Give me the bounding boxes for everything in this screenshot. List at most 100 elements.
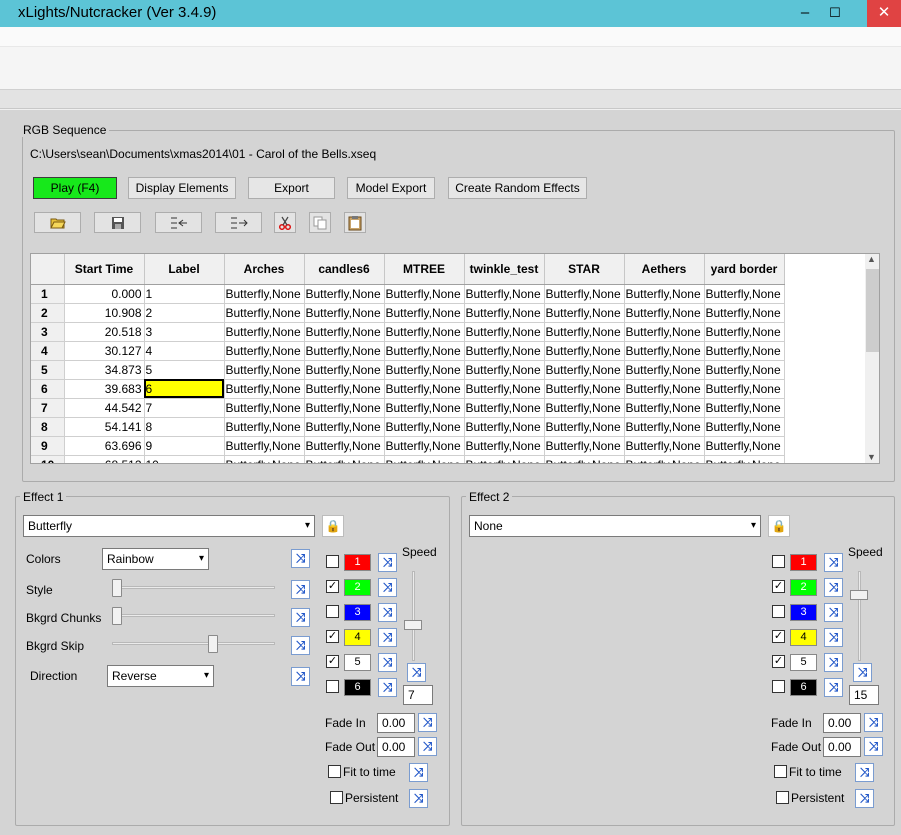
label-cell[interactable]: 2 xyxy=(144,303,225,323)
effect1-palette-checkbox-2[interactable]: ✓ xyxy=(326,580,339,593)
shuffle-chunks-button[interactable]: ⤨ xyxy=(291,608,310,627)
table-row[interactable]: 8 54.141 8 Butterfly,None Butterfly,None Butt… xyxy=(31,417,785,437)
label-cell[interactable]: 6 xyxy=(144,379,225,399)
create-random-effects-button[interactable]: Create Random Effects xyxy=(448,177,587,199)
column-header[interactable]: Label xyxy=(144,254,225,285)
effect2-palette-checkbox-2[interactable]: ✓ xyxy=(772,580,785,593)
table-row[interactable]: 2 10.908 2 Butterfly,None Butterfly,None Butt… xyxy=(31,303,785,323)
effect-cell[interactable]: Butterfly,None xyxy=(704,417,785,437)
effect1-palette-checkbox-4[interactable]: ✓ xyxy=(326,630,339,643)
effect2-shuffle-color-1-button[interactable]: ⤨ xyxy=(824,553,843,572)
effect-cell[interactable]: Butterfly,None xyxy=(624,398,705,418)
start-time-cell[interactable]: 30.127 xyxy=(64,341,145,361)
effect2-palette-color-4[interactable]: 4 xyxy=(790,629,817,646)
effect-cell[interactable]: Butterfly,None xyxy=(624,417,705,437)
effect2-palette-color-5[interactable]: 5 xyxy=(790,654,817,671)
column-header[interactable]: twinkle_test xyxy=(464,254,545,285)
row-header[interactable]: 7 xyxy=(31,398,65,418)
effect2-palette-color-2[interactable]: 2 xyxy=(790,579,817,596)
effect-cell[interactable]: Butterfly,None xyxy=(624,360,705,380)
export-button[interactable]: Export xyxy=(248,177,335,199)
effect2-palette-checkbox-6[interactable] xyxy=(772,680,785,693)
effect-cell[interactable]: Butterfly,None xyxy=(544,379,625,399)
effect2-palette-checkbox-3[interactable] xyxy=(772,605,785,618)
shuffle-fade-out-button[interactable]: ⤨ xyxy=(418,737,437,756)
effect1-palette-color-3[interactable]: 3 xyxy=(344,604,371,621)
effect-cell[interactable]: Butterfly,None xyxy=(704,455,785,463)
effect-cell[interactable]: Butterfly,None xyxy=(384,360,465,380)
shuffle-persistent-button[interactable]: ⤨ xyxy=(409,789,428,808)
colors-select[interactable]: Rainbow ▾ xyxy=(102,548,209,570)
label-cell[interactable]: 5 xyxy=(144,360,225,380)
effect-cell[interactable]: Butterfly,None xyxy=(704,436,785,456)
effect-cell[interactable]: Butterfly,None xyxy=(544,436,625,456)
effect-cell[interactable]: Butterfly,None xyxy=(224,284,305,304)
play-button[interactable]: Play (F4) xyxy=(33,177,117,199)
effect2-speed-value[interactable]: 15 xyxy=(849,685,879,705)
save-file-button[interactable] xyxy=(94,212,141,233)
effect1-palette-checkbox-6[interactable] xyxy=(326,680,339,693)
effect-cell[interactable]: Butterfly,None xyxy=(624,436,705,456)
cut-button[interactable] xyxy=(274,212,296,233)
effect1-speed-slider-track[interactable] xyxy=(412,571,415,661)
row-header[interactable]: 6 xyxy=(31,379,65,399)
effect1-palette-checkbox-1[interactable] xyxy=(326,555,339,568)
table-row[interactable]: 6 39.683 6 Butterfly,None Butterfly,None Butt… xyxy=(31,379,785,399)
effect2-palette-checkbox-5[interactable]: ✓ xyxy=(772,655,785,668)
shuffle-fade-in-button[interactable]: ⤨ xyxy=(418,713,437,732)
start-time-cell[interactable]: 10.908 xyxy=(64,303,145,323)
effect-cell[interactable]: Butterfly,None xyxy=(224,341,305,361)
effect-cell[interactable]: Butterfly,None xyxy=(464,322,545,342)
effect-cell[interactable]: Butterfly,None xyxy=(384,284,465,304)
effect1-shuffle-color-3-button[interactable]: ⤨ xyxy=(378,603,397,622)
effect1-speed-value[interactable]: 7 xyxy=(403,685,433,705)
effect2-shuffle-color-5-button[interactable]: ⤨ xyxy=(824,653,843,672)
effect2-fade-in-input[interactable]: 0.00 xyxy=(823,713,861,733)
column-header[interactable]: Start Time xyxy=(64,254,145,285)
effect-cell[interactable]: Butterfly,None xyxy=(544,398,625,418)
effect-cell[interactable]: Butterfly,None xyxy=(384,341,465,361)
bkgrd-skip-slider-track[interactable] xyxy=(112,642,275,645)
effect2-palette-checkbox-4[interactable]: ✓ xyxy=(772,630,785,643)
effect-cell[interactable]: Butterfly,None xyxy=(224,455,305,463)
model-export-button[interactable]: Model Export xyxy=(347,177,435,199)
effect2-shuffle-color-4-button[interactable]: ⤨ xyxy=(824,628,843,647)
row-header[interactable]: 1 xyxy=(31,284,65,304)
effect-cell[interactable]: Butterfly,None xyxy=(304,284,385,304)
effect-cell[interactable]: Butterfly,None xyxy=(704,360,785,380)
effect-cell[interactable]: Butterfly,None xyxy=(464,379,545,399)
effect-cell[interactable]: Butterfly,None xyxy=(704,398,785,418)
bkgrd-chunks-slider-thumb[interactable] xyxy=(112,607,122,625)
effect2-shuffle-color-2-button[interactable]: ⤨ xyxy=(824,578,843,597)
effect1-palette-color-4[interactable]: 4 xyxy=(344,629,371,646)
effect2-palette-checkbox-1[interactable] xyxy=(772,555,785,568)
effect-cell[interactable]: Butterfly,None xyxy=(464,284,545,304)
effect-cell[interactable]: Butterfly,None xyxy=(224,398,305,418)
effect-cell[interactable]: Butterfly,None xyxy=(464,455,545,463)
row-header[interactable]: 8 xyxy=(31,417,65,437)
effect-cell[interactable]: Butterfly,None xyxy=(704,284,785,304)
effect-cell[interactable]: Butterfly,None xyxy=(464,341,545,361)
effect1-fade-in-input[interactable]: 0.00 xyxy=(377,713,415,733)
scroll-up-icon[interactable]: ▲ xyxy=(867,254,876,264)
table-row[interactable]: 3 20.518 3 Butterfly,None Butterfly,None Butt… xyxy=(31,322,785,342)
effect-cell[interactable]: Butterfly,None xyxy=(384,455,465,463)
start-time-cell[interactable]: 20.518 xyxy=(64,322,145,342)
row-header[interactable]: 4 xyxy=(31,341,65,361)
insert-rows-button[interactable] xyxy=(155,212,202,233)
row-header[interactable]: 2 xyxy=(31,303,65,323)
start-time-cell[interactable]: 54.141 xyxy=(64,417,145,437)
effect1-fit-to-time-checkbox[interactable] xyxy=(328,765,341,778)
effect-cell[interactable]: Butterfly,None xyxy=(704,303,785,323)
row-header[interactable]: 9 xyxy=(31,436,65,456)
label-cell[interactable]: 9 xyxy=(144,436,225,456)
effect-cell[interactable]: Butterfly,None xyxy=(464,417,545,437)
effect-cell[interactable]: Butterfly,None xyxy=(624,303,705,323)
table-row[interactable]: 5 34.873 5 Butterfly,None Butterfly,None Butt… xyxy=(31,360,785,380)
effect-cell[interactable]: Butterfly,None xyxy=(304,322,385,342)
row-header[interactable]: 3 xyxy=(31,322,65,342)
effect2-shuffle-color-3-button[interactable]: ⤨ xyxy=(824,603,843,622)
effect-cell[interactable]: Butterfly,None xyxy=(304,360,385,380)
paste-button[interactable] xyxy=(344,212,366,233)
effect1-shuffle-color-1-button[interactable]: ⤨ xyxy=(378,553,397,572)
